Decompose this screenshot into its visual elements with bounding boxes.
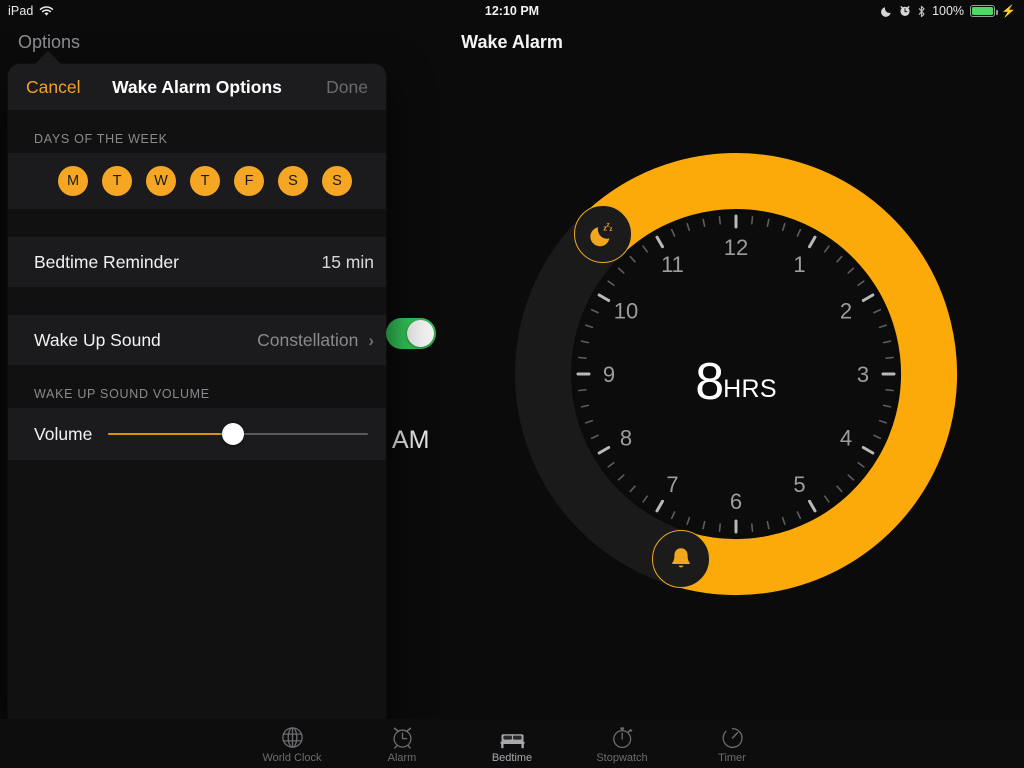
bluetooth-icon [917, 5, 926, 18]
days-of-week-row: MTWTFSS [8, 153, 386, 209]
sleep-hours-value: 8 [695, 353, 724, 411]
days-section-header: DAYS OF THE WEEK [34, 132, 168, 146]
wake-alarm-options-popover: Cancel Wake Alarm Options Done DAYS OF T… [8, 64, 386, 726]
volume-group: Volume [8, 408, 386, 460]
stopwatch-icon [610, 724, 635, 750]
wake-up-sound-toggle[interactable] [386, 318, 436, 349]
wake-up-sound-value-wrap: Constellation › [257, 330, 374, 351]
clock-app-screen: iPad 12:10 PM 100% ⚡ Options Wake Alarm … [0, 0, 1024, 768]
popover-header: Cancel Wake Alarm Options Done [8, 64, 386, 110]
hour-numeral-7: 7 [666, 472, 678, 497]
day-letter: T [200, 173, 210, 189]
day-letter: S [288, 173, 298, 189]
bedtime-reminder-group: Bedtime Reminder 15 min [8, 237, 386, 287]
sleep-duration-label: 8HRS [504, 352, 968, 412]
lightning-bolt-icon: ⚡ [1001, 4, 1016, 18]
cancel-button[interactable]: Cancel [26, 77, 80, 98]
tab-label: Stopwatch [596, 751, 648, 764]
battery-full-icon [970, 5, 999, 17]
tab-label: Alarm [387, 751, 417, 764]
tab-bar: World Clock Alarm Bedtime Stopwatch Time… [0, 719, 1024, 768]
status-bar: iPad 12:10 PM 100% ⚡ [0, 0, 1024, 22]
volume-slider[interactable] [108, 423, 368, 445]
hour-numeral-5: 5 [793, 472, 805, 497]
hour-numeral-8: 8 [620, 426, 632, 451]
bedtime-sleep-dial[interactable]: 12 1 2 3 4 5 6 7 8 9 10 11 8HRS z z z [504, 142, 968, 606]
bedtime-reminder-value: 15 min [321, 251, 374, 272]
bell-icon [672, 548, 691, 568]
battery-percent-label: 100% [932, 4, 965, 18]
wake-meridiem-label: AM [392, 426, 430, 454]
hour-numeral-12: 12 [724, 235, 748, 260]
day-toggle-tuesday[interactable]: T [102, 166, 132, 196]
hour-numeral-1: 1 [793, 252, 805, 277]
hour-numeral-4: 4 [840, 426, 852, 451]
chevron-right-icon: › [368, 330, 374, 350]
tab-label: Bedtime [491, 751, 533, 764]
svg-text:z: z [603, 223, 607, 232]
slider-track-fill [108, 433, 233, 435]
day-letter: S [332, 173, 342, 189]
wake-up-sound-value: Constellation [257, 329, 359, 350]
svg-text:z: z [610, 226, 613, 233]
tab-label: Timer [718, 751, 746, 764]
done-button[interactable]: Done [326, 77, 368, 98]
toggle-knob [407, 320, 434, 347]
day-toggle-friday[interactable]: F [234, 166, 264, 196]
status-bar-right: 100% ⚡ [881, 0, 1016, 22]
volume-section-header: WAKE UP SOUND VOLUME [34, 387, 210, 401]
tab-alarm[interactable]: Alarm [347, 724, 457, 764]
page-title: Wake Alarm [461, 32, 563, 52]
wake-up-sound-row[interactable]: Wake Up Sound Constellation › [8, 315, 386, 365]
tab-world-clock[interactable]: World Clock [237, 724, 347, 764]
day-toggle-monday[interactable]: M [58, 166, 88, 196]
day-letter: F [244, 173, 254, 189]
volume-row: Volume [8, 408, 386, 460]
day-letter: T [112, 173, 122, 189]
hour-numeral-11: 11 [661, 252, 684, 277]
day-letter: M [66, 173, 80, 189]
hour-numeral-6: 6 [730, 489, 742, 514]
status-bar-clock: 12:10 PM [484, 4, 540, 18]
globe-icon [280, 724, 305, 750]
moon-do-not-disturb-icon [881, 5, 893, 17]
alarm-clock-icon [390, 724, 415, 750]
tab-timer[interactable]: Timer [677, 724, 787, 764]
bedtime-reminder-label: Bedtime Reminder [34, 251, 179, 272]
timer-icon [720, 724, 745, 750]
sleep-hours-unit: HRS [723, 375, 777, 403]
volume-label: Volume [34, 423, 93, 444]
alarm-clock-icon [899, 5, 911, 17]
day-toggle-wednesday[interactable]: W [146, 166, 176, 196]
tab-bedtime[interactable]: Bedtime [457, 724, 567, 764]
tab-label: World Clock [262, 751, 322, 764]
hour-numeral-10: 10 [614, 299, 638, 324]
popover-arrow-pointer [34, 51, 62, 65]
tab-stopwatch[interactable]: Stopwatch [567, 724, 677, 764]
moon-zzz-icon: z z z [590, 222, 613, 247]
days-of-week-group: MTWTFSS [8, 153, 386, 209]
wake-up-sound-label: Wake Up Sound [34, 329, 161, 350]
bedtime-handle[interactable]: z z z [574, 205, 633, 263]
bed-icon [499, 724, 526, 750]
day-toggle-thursday[interactable]: T [190, 166, 220, 196]
day-toggle-saturday[interactable]: S [278, 166, 308, 196]
day-letter: W [154, 173, 168, 189]
wake-handle[interactable] [652, 530, 711, 589]
wake-up-sound-group: Wake Up Sound Constellation › [8, 315, 386, 365]
bedtime-reminder-row[interactable]: Bedtime Reminder 15 min [8, 237, 386, 287]
hour-numeral-2: 2 [840, 299, 852, 324]
slider-knob[interactable] [221, 423, 244, 445]
navigation-bar: Options Wake Alarm [0, 22, 1024, 66]
day-toggle-sunday[interactable]: S [322, 166, 352, 196]
